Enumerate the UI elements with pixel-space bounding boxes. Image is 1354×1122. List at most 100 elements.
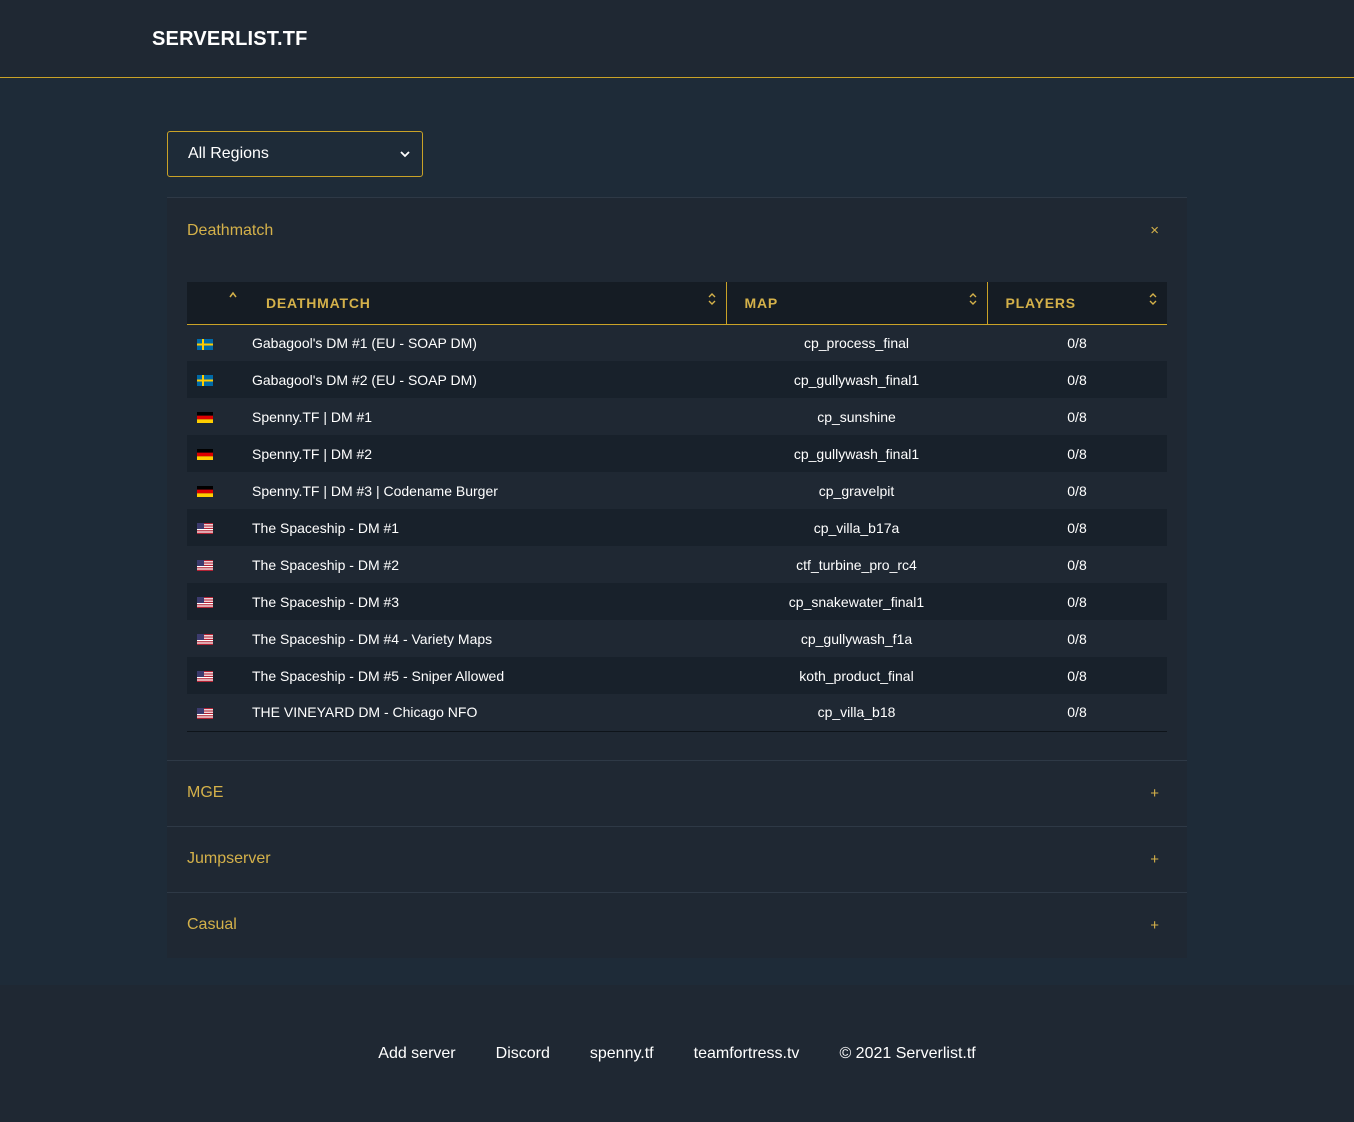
- footer-link-teamfortress[interactable]: teamfortress.tv: [694, 1045, 800, 1063]
- flag-cell: [187, 546, 248, 583]
- table-row[interactable]: THE VINEYARD DM - Chicago NFO cp_villa_b1…: [187, 694, 1167, 731]
- server-map: ctf_turbine_pro_rc4: [796, 556, 917, 573]
- usa-flag-icon: [197, 523, 213, 535]
- panel-title: Jumpserver: [187, 850, 271, 867]
- usa-flag-icon: [197, 634, 213, 646]
- footer-link-spenny[interactable]: spenny.tf: [590, 1045, 654, 1063]
- server-players: 0/8: [1067, 593, 1087, 610]
- germany-flag-icon: [197, 412, 213, 424]
- column-header-name[interactable]: DEATHMATCH: [248, 282, 727, 324]
- panel-header-deathmatch[interactable]: Deathmatch ×: [167, 198, 1187, 263]
- table-row[interactable]: The Spaceship - DM #2 ctf_turbine_pro_rc4…: [187, 546, 1167, 583]
- footer: Add server Discord spenny.tf teamfortres…: [0, 985, 1354, 1122]
- panel-header-casual[interactable]: Casual +: [167, 893, 1187, 958]
- table-row[interactable]: Spenny.TF | DM #3 | Codename Burger cp_gr…: [187, 472, 1167, 509]
- footer-copyright: © 2021 Serverlist.tf: [839, 1044, 976, 1062]
- sort-asc-icon: [229, 291, 237, 298]
- column-header-flag[interactable]: [187, 282, 248, 324]
- server-map: cp_gullywash_final1: [793, 445, 920, 462]
- flag-cell: [187, 583, 248, 620]
- column-header-map[interactable]: MAP: [726, 282, 988, 324]
- sweden-flag-icon: [197, 338, 213, 350]
- sort-icon: [708, 293, 715, 305]
- server-players: 0/8: [1067, 334, 1087, 351]
- server-players: 0/8: [1067, 371, 1087, 388]
- flag-cell: [187, 620, 248, 657]
- column-header-players[interactable]: PLAYERS: [987, 282, 1167, 324]
- server-players: 0/8: [1067, 445, 1087, 462]
- server-name[interactable]: The Spaceship - DM #1: [248, 509, 726, 546]
- table-row[interactable]: The Spaceship - DM #4 - Variety Maps cp_g…: [187, 620, 1167, 657]
- usa-flag-icon: [197, 671, 213, 683]
- panel-jumpserver: Jumpserver +: [167, 825, 1187, 892]
- server-map: cp_villa_b17a: [813, 519, 900, 536]
- server-players: 0/8: [1067, 630, 1087, 647]
- column-header-players-label: PLAYERS: [1005, 294, 1076, 311]
- server-map: koth_product_final: [799, 667, 914, 684]
- footer-link-discord[interactable]: Discord: [496, 1045, 550, 1063]
- table-row[interactable]: Spenny.TF | DM #1 cp_sunshine 0/8: [187, 398, 1167, 435]
- footer-link-add-server[interactable]: Add server: [378, 1045, 455, 1063]
- panel-header-mge[interactable]: MGE +: [167, 761, 1187, 826]
- server-table: DEATHMATCH MAP PLAYERS Gabagool's DM #1 …: [187, 282, 1167, 732]
- region-select-value: All Regions: [188, 145, 269, 162]
- expand-icon[interactable]: +: [1150, 785, 1159, 802]
- server-map: cp_gullywash_f1a: [800, 630, 913, 647]
- flag-cell: [187, 398, 248, 435]
- collapse-icon[interactable]: ×: [1150, 222, 1159, 239]
- germany-flag-icon: [197, 449, 213, 461]
- server-name[interactable]: The Spaceship - DM #3: [248, 583, 726, 620]
- table-row[interactable]: Spenny.TF | DM #2 cp_gullywash_final1 0/8: [187, 435, 1167, 472]
- region-select[interactable]: All Regions: [167, 131, 423, 177]
- column-header-map-label: MAP: [744, 294, 779, 311]
- server-name[interactable]: The Spaceship - DM #2: [248, 546, 726, 583]
- expand-icon[interactable]: +: [1150, 917, 1159, 934]
- panel-header-jumpserver[interactable]: Jumpserver +: [167, 827, 1187, 892]
- server-players: 0/8: [1067, 482, 1087, 499]
- server-name[interactable]: Gabagool's DM #1 (EU - SOAP DM): [248, 324, 726, 361]
- server-map: cp_process_final: [803, 334, 910, 351]
- server-map: cp_gravelpit: [818, 482, 895, 499]
- top-navbar: SERVERLIST.TF: [0, 0, 1354, 78]
- table-row[interactable]: The Spaceship - DM #3 cp_snakewater_final…: [187, 583, 1167, 620]
- chevron-down-icon: [400, 151, 410, 158]
- server-map: cp_gullywash_final1: [793, 371, 920, 388]
- table-row[interactable]: The Spaceship - DM #1 cp_villa_b17a 0/8: [187, 509, 1167, 546]
- server-name[interactable]: The Spaceship - DM #5 - Sniper Allowed: [248, 657, 726, 694]
- server-map: cp_sunshine: [817, 408, 896, 425]
- server-players: 0/8: [1067, 519, 1087, 536]
- flag-cell: [187, 657, 248, 694]
- server-name[interactable]: THE VINEYARD DM - Chicago NFO: [248, 694, 726, 731]
- server-map: cp_snakewater_final1: [788, 593, 925, 610]
- table-header-row: DEATHMATCH MAP PLAYERS: [187, 282, 1167, 324]
- brand-logo-link[interactable]: SERVERLIST.TF: [152, 28, 308, 51]
- flag-cell: [187, 472, 248, 509]
- panel-title: MGE: [187, 784, 224, 801]
- panel-deathmatch: Deathmatch × DEATHMATCH MAP PLAYERS Gaba…: [167, 197, 1187, 760]
- expand-icon[interactable]: +: [1150, 851, 1159, 868]
- table-row[interactable]: Gabagool's DM #1 (EU - SOAP DM) cp_proces…: [187, 324, 1167, 361]
- panel-title: Casual: [187, 916, 237, 933]
- column-header-name-label: DEATHMATCH: [266, 294, 371, 311]
- panel-title: Deathmatch: [187, 221, 274, 239]
- server-players: 0/8: [1067, 408, 1087, 425]
- server-rows: Gabagool's DM #1 (EU - SOAP DM) cp_proces…: [187, 324, 1167, 731]
- server-name[interactable]: Gabagool's DM #2 (EU - SOAP DM): [248, 361, 726, 398]
- table-row[interactable]: The Spaceship - DM #5 - Sniper Allowed ko…: [187, 657, 1167, 694]
- table-row[interactable]: Gabagool's DM #2 (EU - SOAP DM) cp_gullyw…: [187, 361, 1167, 398]
- server-name[interactable]: Spenny.TF | DM #3 | Codename Burger: [248, 472, 726, 509]
- usa-flag-icon: [197, 597, 213, 609]
- server-map: cp_villa_b18: [817, 704, 896, 721]
- server-players: 0/8: [1067, 704, 1087, 721]
- server-name[interactable]: Spenny.TF | DM #2: [248, 435, 726, 472]
- sort-icon: [1149, 293, 1157, 305]
- flag-cell: [187, 435, 248, 472]
- germany-flag-icon: [197, 486, 213, 498]
- category-accordion: Deathmatch × DEATHMATCH MAP PLAYERS Gaba…: [167, 197, 1187, 958]
- server-table-wrapper: DEATHMATCH MAP PLAYERS Gabagool's DM #1 …: [187, 282, 1167, 732]
- panel-casual: Casual +: [167, 891, 1187, 958]
- server-name[interactable]: The Spaceship - DM #4 - Variety Maps: [248, 620, 726, 657]
- usa-flag-icon: [197, 560, 213, 572]
- server-name[interactable]: Spenny.TF | DM #1: [248, 398, 726, 435]
- panel-mge: MGE +: [167, 759, 1187, 826]
